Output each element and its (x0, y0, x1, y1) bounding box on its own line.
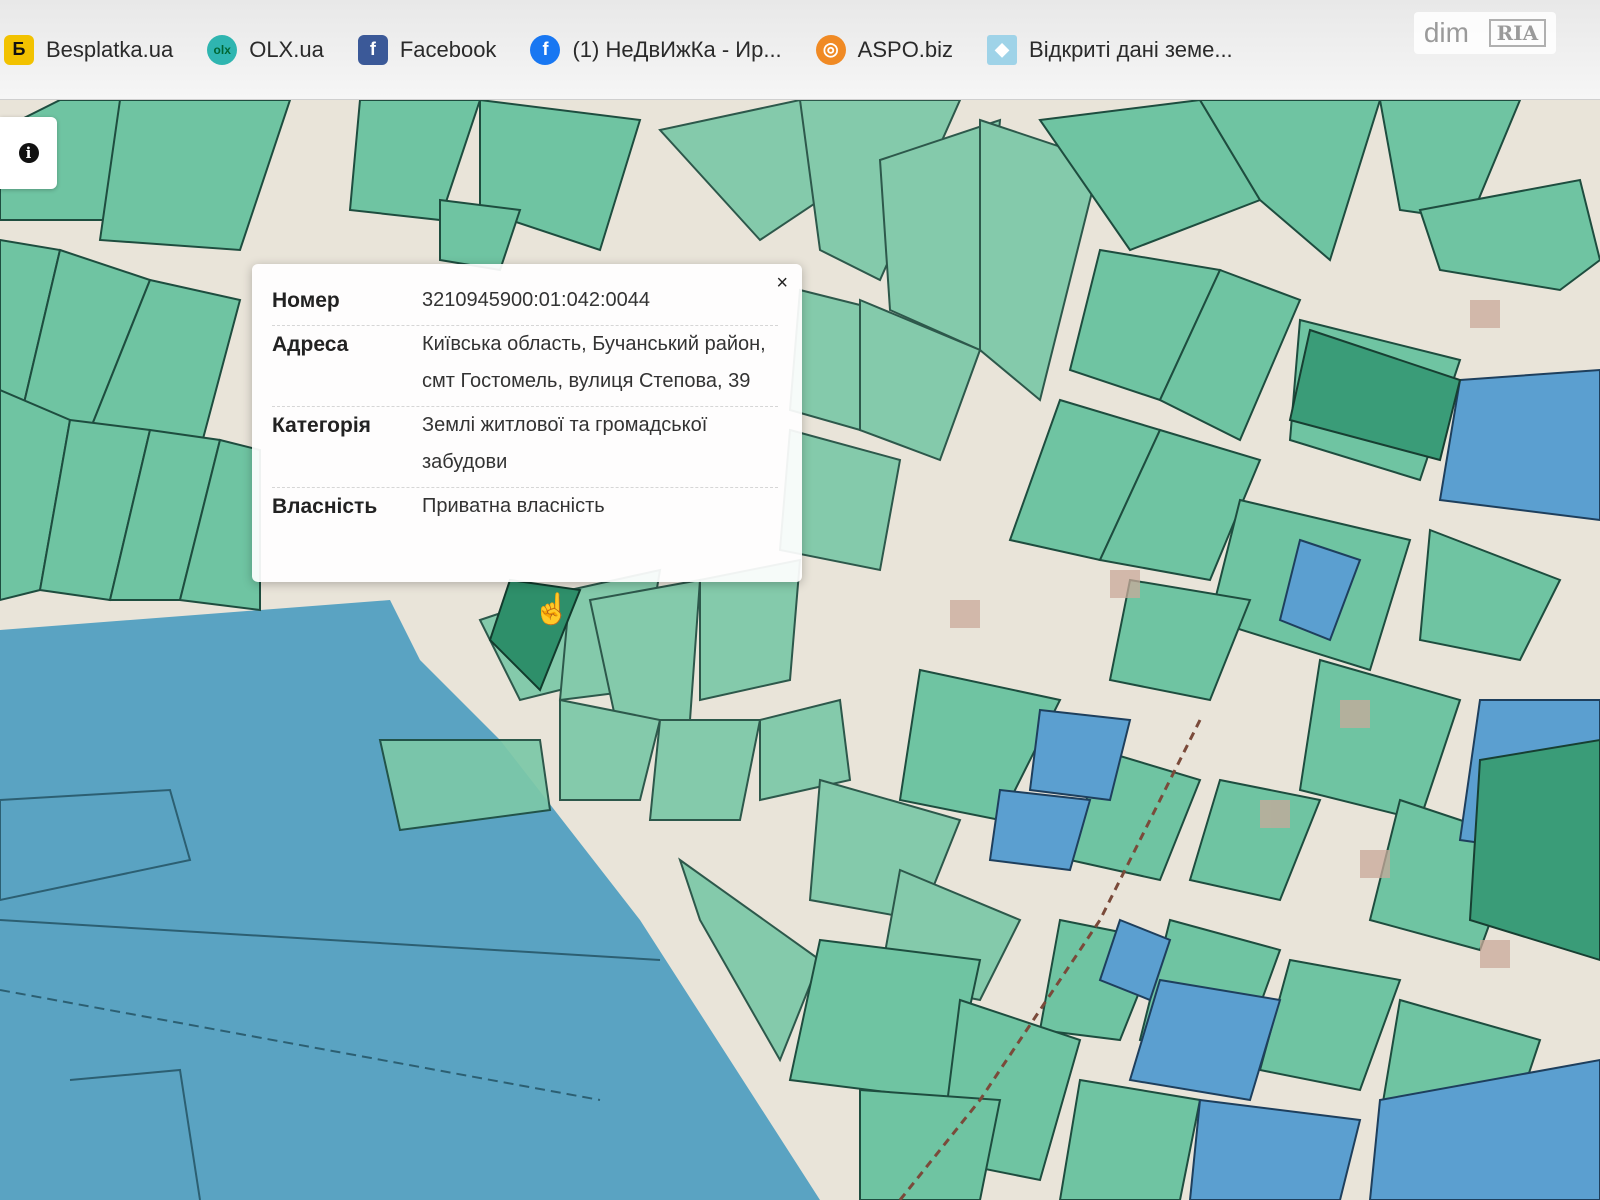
bookmarks-bar: Б Besplatka.ua olx OLX.ua f Facebook f (1) НеДв… (0, 0, 1600, 100)
popup-row-number: Номер 3210945900:01:042:0044 (272, 282, 778, 326)
bookmark-item[interactable]: Б Besplatka.ua (4, 34, 174, 65)
watermark-dim: dim (1423, 17, 1469, 48)
facebook-round-icon: f (530, 34, 561, 65)
parcel-category: Землі житлової та громадської забудови (422, 414, 708, 473)
bookmark-item[interactable]: f (1) НеДвИжКа - Ир... (530, 34, 782, 65)
besplatka-icon: Б (4, 34, 34, 65)
hand-cursor-icon: ☝ (533, 593, 571, 626)
facebook-icon: f (357, 34, 388, 65)
bookmark-label: Facebook (399, 36, 497, 62)
popup-row-address: Адреса Київська область, Бучанський райо… (272, 326, 778, 407)
bookmark-label: ASPO.biz (857, 36, 954, 62)
open-data-icon: ◆ (987, 34, 1018, 65)
popup-row-category: Категорія Землі житлової та громадської … (272, 407, 778, 488)
parcel-address: Київська область, Бучанський район, смт … (422, 333, 766, 392)
close-icon[interactable]: × (776, 272, 788, 295)
bookmark-item[interactable]: ◎ ASPO.biz (815, 34, 954, 65)
bookmark-item[interactable]: olx OLX.ua (207, 34, 324, 65)
popup-label: Номер (272, 289, 340, 312)
watermark: dim RIA (1414, 12, 1556, 54)
parcel-ownership: Приватна власність (422, 495, 605, 517)
parcel-info-popup: × Номер 3210945900:01:042:0044 Адреса Ки… (252, 264, 802, 582)
watermark-ria: RIA (1488, 19, 1547, 47)
aspo-icon: ◎ (815, 34, 846, 65)
parcel-number: 3210945900:01:042:0044 (422, 289, 651, 311)
bookmark-label: (1) НеДвИжКа - Ир... (572, 36, 782, 62)
popup-label: Категорія (272, 414, 371, 437)
popup-label: Власність (272, 495, 378, 518)
bookmark-label: Відкриті дані земе... (1029, 36, 1233, 62)
bookmark-label: Besplatka.ua (46, 36, 174, 62)
info-icon: i (18, 143, 39, 163)
bookmark-label: OLX.ua (249, 36, 324, 62)
bookmark-item[interactable]: f Facebook (357, 34, 497, 65)
bookmark-item[interactable]: ◆ Відкриті дані земе... (987, 34, 1233, 65)
info-button[interactable]: i (0, 117, 57, 189)
popup-row-ownership: Власність Приватна власність (272, 488, 778, 531)
olx-icon: olx (207, 34, 238, 65)
popup-label: Адреса (272, 333, 349, 356)
